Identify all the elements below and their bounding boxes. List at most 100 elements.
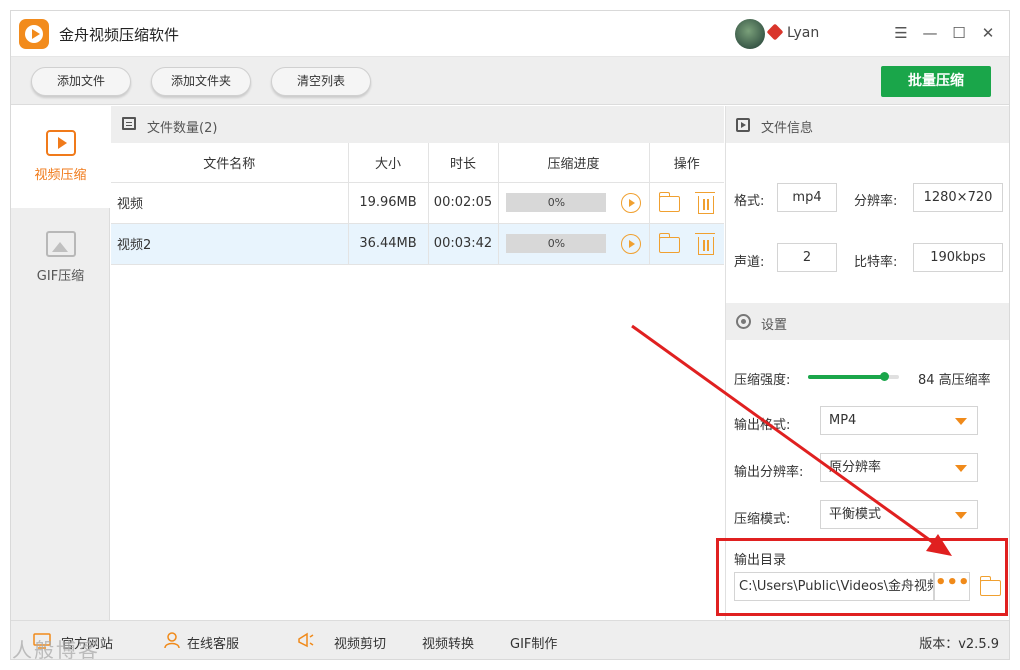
- strength-slider-fill: [808, 375, 885, 379]
- progress-text: 0%: [547, 196, 566, 209]
- user-avatar[interactable]: [735, 19, 765, 49]
- output-format-select[interactable]: MP4: [820, 406, 978, 435]
- gif-compress-icon: [46, 231, 76, 257]
- file-name-cell: 视频: [111, 182, 349, 224]
- sidebar-item-video-compress[interactable]: 视频压缩: [11, 106, 110, 208]
- file-name-cell: 视频2: [111, 223, 349, 265]
- customer-service-link[interactable]: 在线客服: [187, 633, 239, 652]
- app-window: 金舟视频压缩软件 Lyan ☰ — ☐ ✕ 添加文件 添加文件夹 清空列表 批量…: [10, 10, 1010, 660]
- app-title: 金舟视频压缩软件: [59, 26, 180, 44]
- delete-icon[interactable]: [695, 232, 716, 255]
- sidebar: 视频压缩 GIF压缩: [11, 106, 110, 620]
- file-table: 文件名称 大小 时长 压缩进度 操作 视频 19.96MB 00:02:05 0…: [111, 143, 724, 265]
- add-file-button[interactable]: 添加文件: [31, 67, 131, 96]
- video-compress-icon: [46, 130, 76, 156]
- customer-service-icon: [164, 632, 180, 649]
- play-icon[interactable]: [620, 233, 641, 254]
- delete-icon[interactable]: [695, 191, 716, 214]
- minimize-button[interactable]: —: [918, 21, 942, 45]
- sidebar-item-gif-compress[interactable]: GIF压缩: [11, 208, 110, 298]
- table-header-row: 文件名称 大小 时长 压缩进度 操作: [111, 143, 724, 183]
- settings-header: 设置: [726, 303, 1009, 340]
- file-info-header: 文件信息: [726, 106, 1009, 143]
- file-count: 文件数量(2): [147, 121, 218, 136]
- maximize-button[interactable]: ☐: [947, 21, 971, 45]
- progress-text: 0%: [547, 237, 566, 250]
- strength-value: 84 高压缩率: [918, 373, 991, 388]
- channel-value: 2: [777, 243, 837, 272]
- sidebar-item-label: GIF压缩: [36, 269, 85, 284]
- settings-icon: [736, 314, 751, 329]
- column-header-progress: 压缩进度: [498, 143, 650, 183]
- strength-slider[interactable]: [808, 372, 899, 381]
- footer: 官方网站 在线客服 视频剪切 视频转换 GIF制作 版本：v2.5.9: [11, 620, 1009, 659]
- output-resolution-label: 输出分辨率:: [734, 465, 804, 480]
- play-icon[interactable]: [620, 192, 641, 213]
- settings-title: 设置: [761, 318, 788, 333]
- open-output-folder-icon[interactable]: [979, 576, 1001, 596]
- progress-bar: 0%: [506, 234, 607, 253]
- file-list-header: 文件数量(2): [111, 106, 724, 143]
- file-info-title: 文件信息: [761, 121, 814, 136]
- bitrate-value: 190kbps: [913, 243, 1003, 272]
- promo-icon: [298, 632, 314, 648]
- menu-icon[interactable]: ☰: [889, 21, 913, 45]
- strength-label: 压缩强度:: [734, 373, 791, 388]
- video-cut-link[interactable]: 视频剪切: [334, 633, 386, 652]
- video-convert-link[interactable]: 视频转换: [422, 633, 474, 652]
- progress-cell: 0%: [498, 223, 650, 265]
- output-format-value: MP4: [829, 413, 857, 428]
- sidebar-item-label: 视频压缩: [34, 168, 87, 183]
- chevron-down-icon: [955, 512, 967, 519]
- app-logo-icon: [19, 19, 49, 49]
- format-value: mp4: [777, 183, 837, 212]
- progress-bar: 0%: [506, 193, 607, 212]
- resolution-value: 1280×720: [913, 183, 1003, 212]
- output-resolution-select[interactable]: 原分辨率: [820, 453, 978, 482]
- progress-cell: 0%: [498, 182, 650, 224]
- file-info-icon: [736, 118, 750, 132]
- batch-compress-button[interactable]: 批量压缩: [881, 66, 991, 97]
- chevron-down-icon: [955, 418, 967, 425]
- channel-label: 声道:: [734, 255, 765, 270]
- compress-mode-label: 压缩模式:: [734, 512, 791, 527]
- column-header-size: 大小: [348, 143, 429, 183]
- file-duration-cell: 00:02:05: [428, 182, 499, 224]
- file-size-cell: 19.96MB: [348, 182, 429, 224]
- watermark: 人般博客: [12, 638, 100, 662]
- browse-button[interactable]: •••: [934, 572, 970, 601]
- file-list-panel: 文件数量(2) 文件名称 大小 时长 压缩进度 操作 视频 19.96MB 00…: [111, 106, 724, 620]
- add-folder-button[interactable]: 添加文件夹: [151, 67, 251, 96]
- column-header-duration: 时长: [428, 143, 499, 183]
- actions-cell: [649, 182, 724, 224]
- strength-slider-handle[interactable]: [880, 372, 890, 381]
- column-header-name: 文件名称: [111, 143, 349, 183]
- clear-list-button[interactable]: 清空列表: [271, 67, 371, 96]
- output-format-label: 输出格式:: [734, 418, 791, 433]
- output-resolution-value: 原分辨率: [829, 460, 882, 475]
- column-header-actions: 操作: [649, 143, 724, 183]
- file-size-cell: 36.44MB: [348, 223, 429, 265]
- output-dir-input[interactable]: C:\Users\Public\Videos\金舟视频压缩软件: [734, 572, 934, 601]
- bitrate-label: 比特率:: [854, 255, 898, 270]
- open-folder-icon[interactable]: [658, 192, 681, 212]
- toolbar: 添加文件 添加文件夹 清空列表 批量压缩: [11, 57, 1009, 105]
- chevron-down-icon: [955, 465, 967, 472]
- list-icon: [122, 117, 136, 130]
- vip-badge-icon: [766, 23, 784, 41]
- table-row[interactable]: 视频2 36.44MB 00:03:42 0%: [111, 223, 724, 265]
- compress-mode-value: 平衡模式: [829, 507, 882, 522]
- resolution-label: 分辨率:: [854, 194, 898, 209]
- file-duration-cell: 00:03:42: [428, 223, 499, 265]
- title-bar: 金舟视频压缩软件 Lyan ☰ — ☐ ✕: [11, 11, 1009, 57]
- table-row[interactable]: 视频 19.96MB 00:02:05 0%: [111, 182, 724, 224]
- format-label: 格式:: [734, 194, 765, 209]
- user-name[interactable]: Lyan: [787, 25, 819, 41]
- right-panel: 文件信息 格式: mp4 分辨率: 1280×720 声道: 2 比特率: 19…: [716, 106, 1009, 620]
- actions-cell: [649, 223, 724, 265]
- compress-mode-select[interactable]: 平衡模式: [820, 500, 978, 529]
- gif-make-link[interactable]: GIF制作: [510, 633, 557, 652]
- version-label: 版本：v2.5.9: [919, 637, 999, 652]
- close-button[interactable]: ✕: [976, 21, 1000, 45]
- open-folder-icon[interactable]: [658, 233, 681, 253]
